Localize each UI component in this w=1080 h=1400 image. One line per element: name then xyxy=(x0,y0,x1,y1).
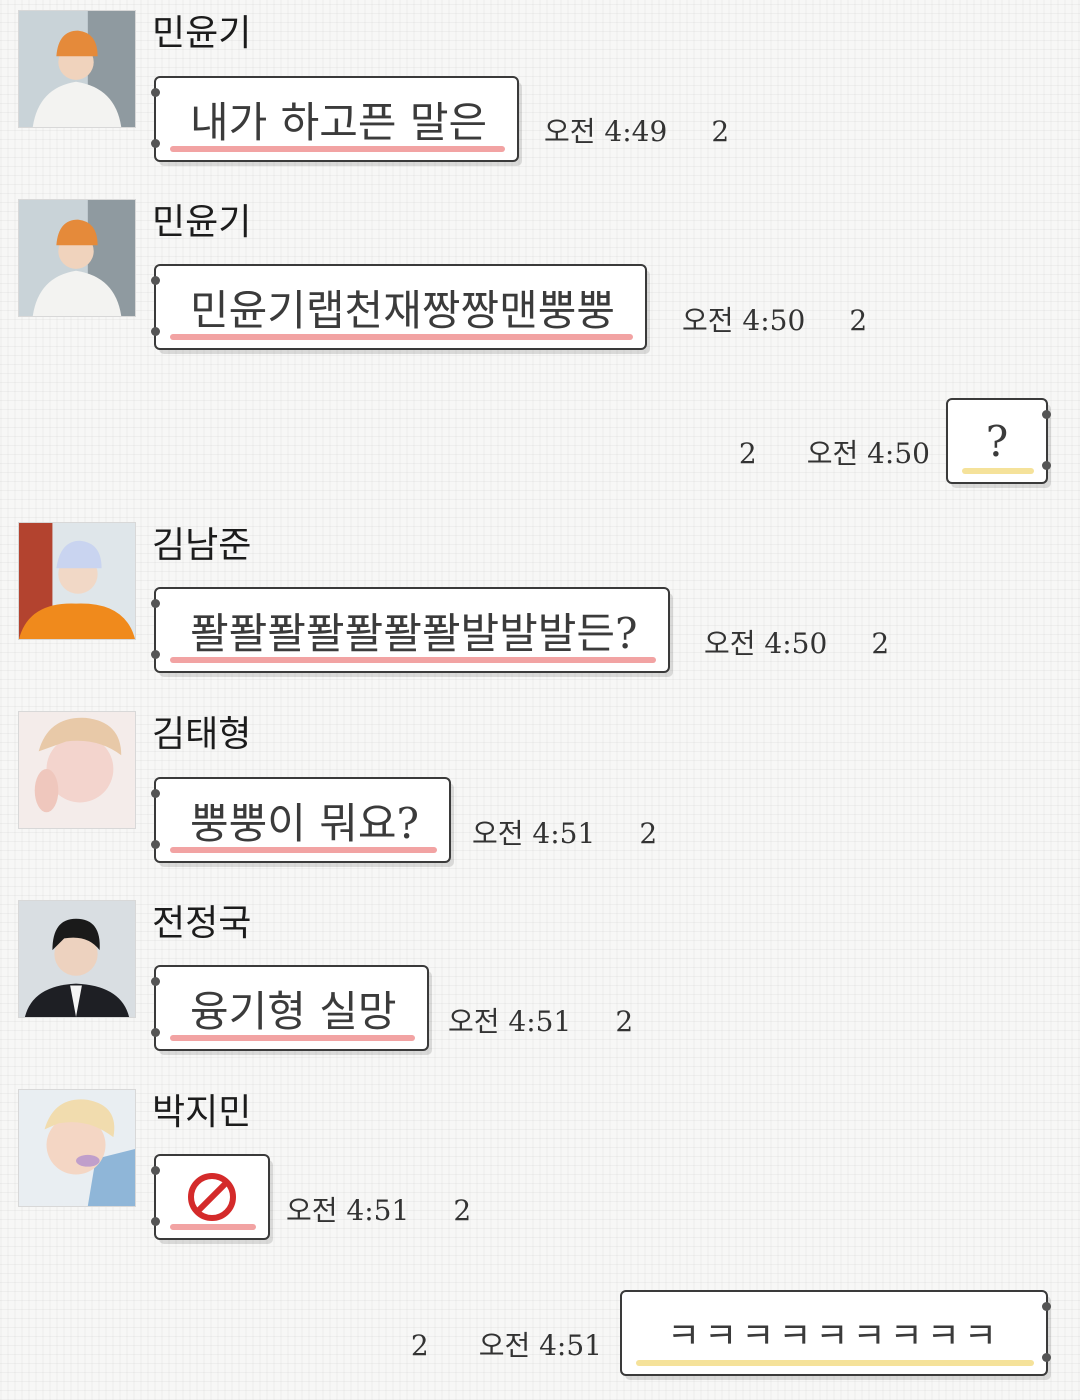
highlight-underline xyxy=(962,468,1034,474)
highlight-underline xyxy=(636,1360,1034,1366)
avatar[interactable] xyxy=(18,900,136,1018)
unread-count: 2 xyxy=(711,115,730,148)
message-bubble[interactable]: 내가 하고픈 말은 xyxy=(150,76,520,162)
avatar-portrait-icon xyxy=(19,1090,135,1206)
message-meta: 오전 4:51 2 xyxy=(472,818,657,850)
sender-name: 민윤기 xyxy=(152,202,252,243)
message-time: 오전 4:49 xyxy=(544,115,668,148)
highlight-underline xyxy=(170,847,438,853)
message-meta: 오전 4:50 2 xyxy=(682,305,867,337)
message-time: 오전 4:50 xyxy=(806,437,930,470)
message-time: 오전 4:51 xyxy=(286,1194,410,1227)
sender-name: 김태형 xyxy=(152,714,252,755)
unread-count: 2 xyxy=(453,1194,472,1227)
message-meta: 오전 4:51 2 xyxy=(286,1195,471,1227)
message-text: ㅋㅋㅋㅋㅋㅋㅋㅋㅋ xyxy=(666,1316,1002,1357)
highlight-underline xyxy=(170,657,656,663)
avatar[interactable] xyxy=(18,199,136,317)
sender-name: 박지민 xyxy=(152,1092,252,1133)
message-bubble[interactable]: ㅋㅋㅋㅋㅋㅋㅋㅋㅋ xyxy=(620,1290,1051,1376)
avatar-portrait-icon xyxy=(19,712,135,828)
message-text: 내가 하고픈 말은 xyxy=(190,97,488,147)
highlight-underline xyxy=(170,334,634,340)
avatar-portrait-icon xyxy=(19,11,135,127)
message-bubble[interactable]: 민윤기랩천재짱짱맨뿡뿡 xyxy=(150,264,648,350)
avatar[interactable] xyxy=(18,1089,136,1207)
message-bubble[interactable]: ? xyxy=(946,398,1051,484)
highlight-underline xyxy=(170,1035,415,1041)
message-text: 뿡뿡이 뭐요? xyxy=(190,798,420,848)
avatar-portrait-icon xyxy=(19,901,135,1017)
unread-count: 2 xyxy=(615,1005,634,1038)
message-time: 오전 4:51 xyxy=(478,1329,602,1362)
highlight-underline xyxy=(170,1224,256,1230)
avatar[interactable] xyxy=(18,10,136,128)
unread-count: 2 xyxy=(639,817,658,850)
sender-name: 전정국 xyxy=(152,903,252,944)
message-time: 오전 4:50 xyxy=(682,304,806,337)
unread-count: 2 xyxy=(738,437,757,470)
message-time: 오전 4:51 xyxy=(472,817,596,850)
message-time: 오전 4:51 xyxy=(448,1005,572,1038)
message-meta: 오전 4:50 2 xyxy=(704,628,889,660)
message-bubble[interactable]: 융기형 실망 xyxy=(151,965,429,1051)
unread-count: 2 xyxy=(410,1329,429,1362)
message-time: 오전 4:50 xyxy=(704,627,828,660)
message-meta: 2 오전 4:51 xyxy=(411,1330,602,1362)
message-meta: 오전 4:51 2 xyxy=(448,1006,633,1038)
avatar[interactable] xyxy=(18,711,136,829)
highlight-underline xyxy=(170,146,506,152)
unread-count: 2 xyxy=(871,627,890,660)
avatar[interactable] xyxy=(18,522,136,640)
message-text: 융기형 실망 xyxy=(190,986,397,1036)
message-text: ? xyxy=(985,416,1009,466)
message-text: 민윤기랩천재짱짱맨뿡뿡 xyxy=(190,285,616,335)
avatar-portrait-icon xyxy=(19,523,135,639)
message-meta: 오전 4:49 2 xyxy=(544,116,729,148)
unread-count: 2 xyxy=(849,304,868,337)
chat-thread: 민윤기 내가 하고픈 말은 오전 4:49 2 민윤기 민윤기랩천재짱짱맨뿡뿡 오… xyxy=(0,0,1080,1400)
message-meta: 2 오전 4:50 xyxy=(739,438,930,470)
message-text: 퐐퐐퐐퐐퐐퐐퐐발발발든? xyxy=(190,608,638,658)
message-bubble[interactable] xyxy=(151,1154,270,1240)
sender-name: 김남준 xyxy=(152,525,252,566)
avatar-portrait-icon xyxy=(19,200,135,316)
no-symbol-icon xyxy=(188,1173,236,1221)
message-bubble[interactable]: 퐐퐐퐐퐐퐐퐐퐐발발발든? xyxy=(151,587,670,673)
message-bubble[interactable]: 뿡뿡이 뭐요? xyxy=(150,777,452,863)
sender-name: 민윤기 xyxy=(152,13,252,54)
